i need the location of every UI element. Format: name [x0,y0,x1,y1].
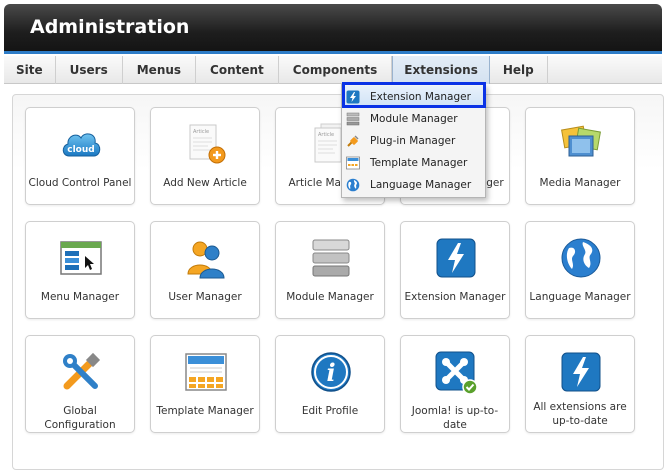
dropdown-item-template-manager[interactable]: Template Manager [342,152,485,174]
info-icon: i [311,352,351,392]
menu-users[interactable]: Users [56,56,123,84]
lightning-icon [346,90,360,104]
lightning-icon [436,238,476,278]
tile-label: Module Manager [286,291,374,303]
tile-add-new-article[interactable]: Article Add New Article [150,107,260,205]
tile-menu-manager[interactable]: Menu Manager [25,221,135,319]
cloud-icon: cloud [62,133,101,157]
tile-media-manager[interactable]: Media Manager [525,107,635,205]
template-icon [185,353,227,391]
menu-content[interactable]: Content [196,56,279,84]
tile-label: Menu Manager [40,291,120,303]
tile-label: Global Configuration [44,405,116,431]
lightning-icon [561,352,601,392]
dropdown-item-plugin-manager[interactable]: Plug-in Manager [342,130,485,152]
menu-manager-icon [60,241,102,275]
menu-components[interactable]: Components [279,56,393,84]
page-title: Administration [30,16,190,38]
tile-all-extensions-up-to-date[interactable]: All extensions are up-to-date [525,335,635,433]
tile-label: Cloud Control Panel [28,177,132,189]
svg-text:Article: Article [193,129,209,135]
tile-label: Add New Article [163,177,247,189]
tools-icon [63,352,101,390]
menu-site[interactable]: Site [4,56,56,84]
media-icon [561,125,601,157]
tile-label: Edit Profile [301,405,359,417]
dropdown-item-extension-manager[interactable]: Extension Manager [342,86,485,108]
tile-label: All extensions are up-to-date [533,401,627,427]
svg-text:i: i [326,358,335,387]
dropdown-item-module-manager[interactable]: Module Manager [342,108,485,130]
globe-icon [561,238,601,278]
add-article-icon: Article [189,124,226,164]
tile-user-manager[interactable]: User Manager [150,221,260,319]
template-icon [346,156,360,170]
globe-icon [346,178,360,192]
tile-cloud-control-panel[interactable]: cloud Cloud Control Panel [25,107,135,205]
tile-label: Extension Manager [404,291,506,303]
tile-extension-manager[interactable]: Extension Manager [400,221,510,319]
stack-icon [312,239,350,277]
svg-text:Article: Article [318,132,334,138]
tile-module-manager[interactable]: Module Manager [275,221,385,319]
tile-label: Media Manager [539,177,621,189]
tile-joomla-up-to-date[interactable]: Joomla! is up-to-date [400,335,510,433]
tile-language-manager[interactable]: Language Manager [525,221,635,319]
users-icon [187,241,225,279]
extensions-dropdown: Extension Manager Module Manager Plug-in… [341,84,486,198]
plug-icon [347,135,359,147]
svg-text:cloud: cloud [67,145,94,155]
dropdown-item-language-manager[interactable]: Language Manager [342,174,485,196]
main-menu-bar: Site Users Menus Content Components Exte… [4,56,662,84]
tile-label: Joomla! is up-to-date [411,405,499,431]
tile-template-manager[interactable]: Template Manager [150,335,260,433]
tile-edit-profile[interactable]: i Edit Profile [275,335,385,433]
stack-icon [346,112,360,126]
joomla-icon [435,351,478,394]
tile-global-configuration[interactable]: Global Configuration [25,335,135,433]
tile-label: Language Manager [529,291,631,303]
menu-help[interactable]: Help [490,56,548,84]
tile-label: Template Manager [156,405,254,417]
menu-menus[interactable]: Menus [123,56,197,84]
control-panel: cloud Cloud Control Panel Article Add Ne… [12,94,664,470]
tile-label: User Manager [168,291,242,303]
menu-extensions[interactable]: Extensions [392,56,490,84]
admin-header: Administration [4,4,662,54]
